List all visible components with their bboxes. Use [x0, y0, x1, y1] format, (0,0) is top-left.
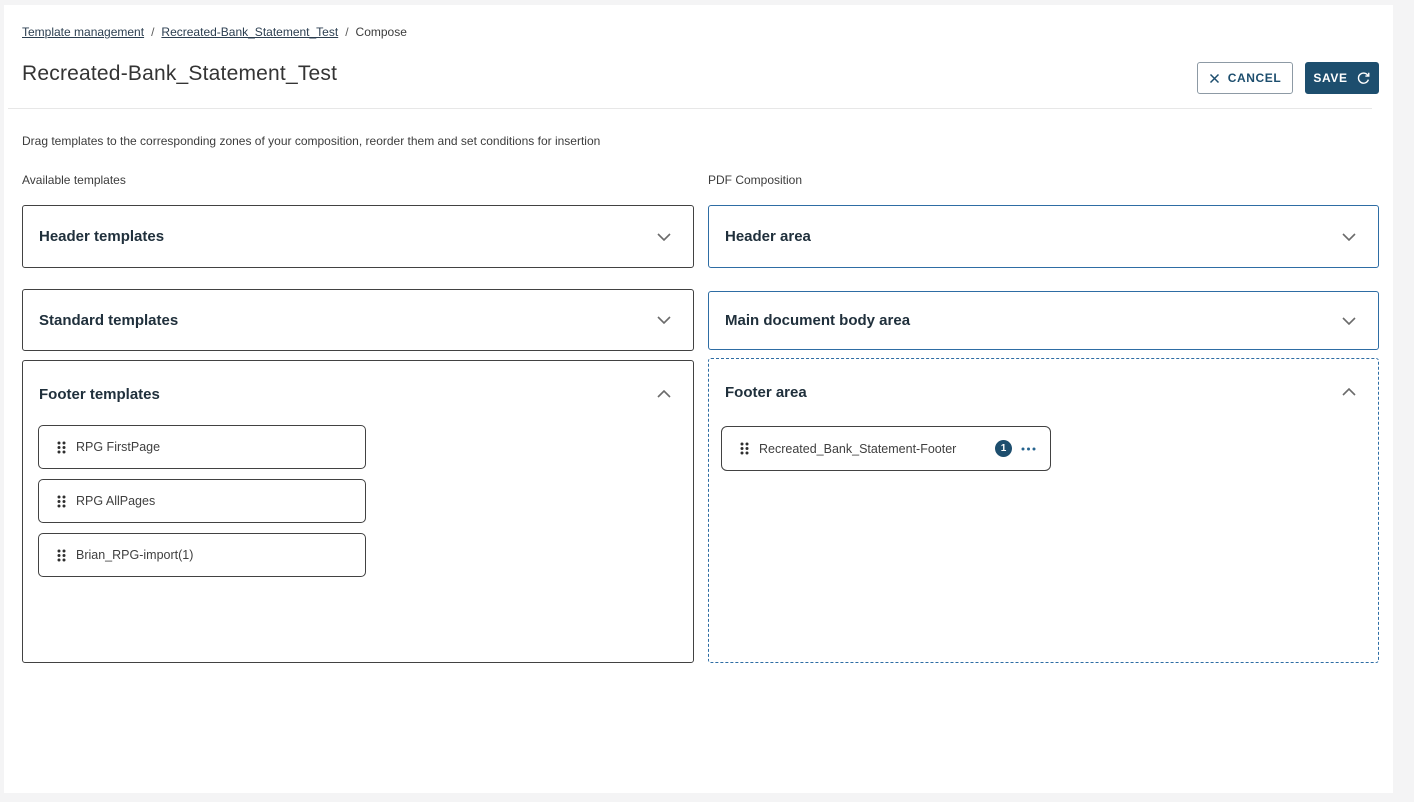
page-title: Recreated-Bank_Statement_Test [22, 62, 337, 86]
cancel-button-label: CANCEL [1228, 71, 1282, 85]
item-menu-button[interactable] [1021, 447, 1036, 451]
zone-footer-area-toggle[interactable]: Footer area [709, 359, 1378, 411]
drag-handle-icon[interactable] [57, 495, 66, 508]
cancel-button[interactable]: CANCEL [1197, 62, 1293, 94]
breadcrumb-compose: Compose [356, 25, 407, 39]
accordion-footer-templates: Footer templates RPG FirstPage RPG AllPa… [22, 360, 694, 663]
template-item-brian-rpg-import[interactable]: Brian_RPG-import(1) [38, 533, 366, 577]
accordion-title: Standard templates [39, 312, 178, 329]
chevron-down-icon [1342, 312, 1356, 330]
drag-handle-icon[interactable] [57, 549, 66, 562]
breadcrumb-separator: / [151, 25, 154, 39]
zone-item-recreated-bank-statement-footer[interactable]: Recreated_Bank_Statement-Footer 1 [721, 426, 1051, 471]
drag-handle-icon[interactable] [740, 442, 749, 455]
accordion-standard-templates-toggle[interactable]: Standard templates [23, 290, 693, 350]
breadcrumb-template-name[interactable]: Recreated-Bank_Statement_Test [161, 25, 338, 39]
breadcrumb-separator: / [345, 25, 348, 39]
pdf-composition-label: PDF Composition [708, 173, 802, 187]
header-divider [8, 108, 1372, 109]
template-item-label: RPG FirstPage [76, 440, 160, 454]
zone-main-document-body-area-toggle[interactable]: Main document body area [709, 292, 1378, 349]
zone-main-document-body-area: Main document body area [708, 291, 1379, 350]
accordion-title: Footer templates [39, 386, 160, 403]
zone-header-area-toggle[interactable]: Header area [709, 206, 1378, 267]
accordion-title: Header templates [39, 228, 164, 245]
accordion-header-templates-toggle[interactable]: Header templates [23, 206, 693, 267]
zone-header-area: Header area [708, 205, 1379, 268]
chevron-up-icon [657, 385, 671, 403]
accordion-header-templates: Header templates [22, 205, 694, 268]
template-item-rpg-firstpage[interactable]: RPG FirstPage [38, 425, 366, 469]
chevron-up-icon [1342, 383, 1356, 401]
zone-title: Header area [725, 228, 811, 245]
zone-item-label: Recreated_Bank_Statement-Footer [759, 442, 956, 456]
condition-count-badge: 1 [995, 440, 1012, 457]
close-icon [1209, 73, 1220, 84]
ellipsis-icon [1021, 447, 1036, 451]
content-card: Template management / Recreated-Bank_Sta… [4, 5, 1393, 793]
save-button[interactable]: SAVE [1305, 62, 1379, 94]
breadcrumb: Template management / Recreated-Bank_Sta… [22, 25, 407, 39]
save-history-icon [1356, 71, 1371, 86]
accordion-standard-templates: Standard templates [22, 289, 694, 351]
save-button-label: SAVE [1313, 71, 1347, 85]
available-templates-label: Available templates [22, 173, 126, 187]
breadcrumb-template-management[interactable]: Template management [22, 25, 144, 39]
zone-footer-area: Footer area Recreated_Bank_Statement-Foo… [708, 358, 1379, 663]
chevron-down-icon [1342, 228, 1356, 246]
template-item-label: RPG AllPages [76, 494, 155, 508]
drag-handle-icon[interactable] [57, 441, 66, 454]
zone-title: Footer area [725, 384, 807, 401]
zone-title: Main document body area [725, 312, 910, 329]
instruction-text: Drag templates to the corresponding zone… [22, 134, 600, 148]
chevron-down-icon [657, 311, 671, 329]
template-item-label: Brian_RPG-import(1) [76, 548, 193, 562]
chevron-down-icon [657, 228, 671, 246]
template-item-rpg-allpages[interactable]: RPG AllPages [38, 479, 366, 523]
accordion-footer-templates-toggle[interactable]: Footer templates [23, 361, 693, 413]
